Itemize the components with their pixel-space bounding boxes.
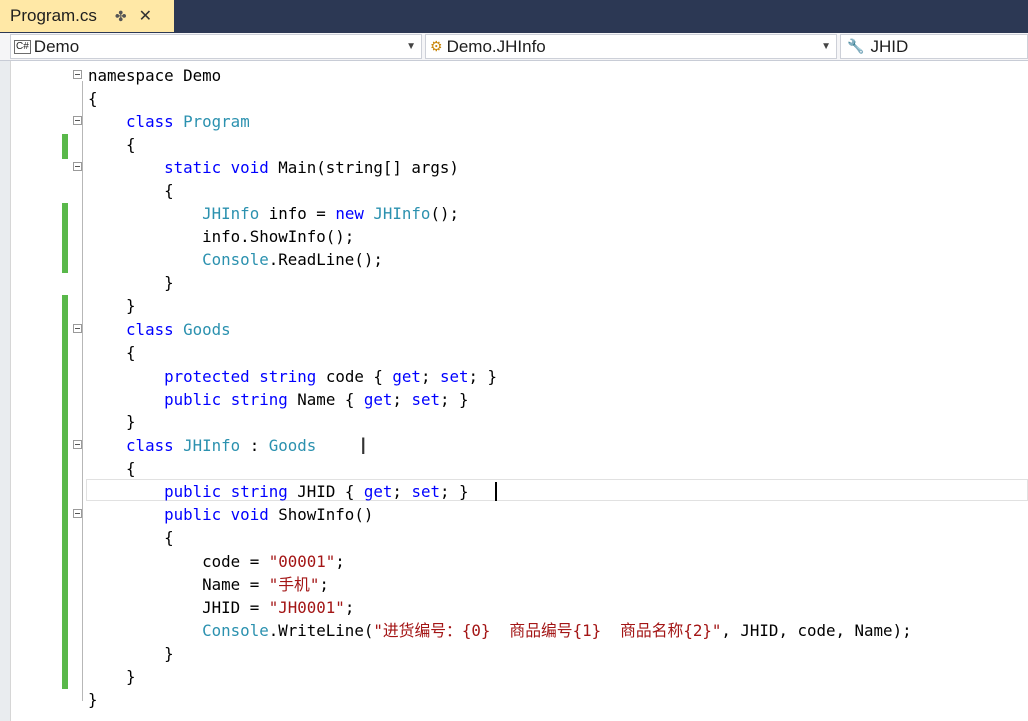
change-bar <box>62 134 68 159</box>
code-line[interactable]: class Program <box>88 110 250 133</box>
tab-title: Program.cs <box>10 6 97 25</box>
indicator-margin <box>0 61 10 721</box>
member-dropdown-value: JHID <box>870 36 909 56</box>
code-line[interactable]: JHInfo info = new JHInfo(); <box>88 202 459 225</box>
code-line[interactable]: } <box>88 642 174 665</box>
project-dropdown-value: Demo <box>33 36 80 56</box>
code-line[interactable]: public string JHID { get; set; } <box>88 480 468 503</box>
code-line[interactable]: { <box>88 341 136 364</box>
change-bar <box>62 295 68 689</box>
chevron-down-icon[interactable]: ▼ <box>821 41 831 52</box>
ibeam-cursor-icon: I <box>360 435 367 460</box>
project-dropdown[interactable]: C# Demo ▼ <box>10 34 422 59</box>
code-line[interactable]: info.ShowInfo(); <box>88 225 354 248</box>
code-line[interactable]: { <box>88 133 136 156</box>
margin-divider <box>10 61 11 721</box>
tab-program-cs[interactable]: Program.cs ✤ ✕ <box>0 0 174 32</box>
outline-guide <box>82 81 83 701</box>
class-icon: ⚙ <box>430 38 443 54</box>
code-line[interactable]: namespace Demo <box>88 64 221 87</box>
collapse-icon[interactable] <box>73 70 82 79</box>
document-tab-bar: Program.cs ✤ ✕ <box>0 0 1028 33</box>
code-line[interactable]: { <box>88 526 174 549</box>
code-line[interactable]: } <box>88 665 136 688</box>
csharp-file-icon: C# <box>14 39 31 54</box>
code-line[interactable]: { <box>88 457 136 480</box>
change-bar <box>62 203 68 273</box>
collapse-icon[interactable] <box>73 324 82 333</box>
collapse-icon[interactable] <box>73 440 82 449</box>
code-line[interactable]: class Goods <box>88 318 231 341</box>
code-line[interactable]: } <box>88 688 98 711</box>
code-line[interactable]: { <box>88 87 98 110</box>
chevron-down-icon[interactable]: ▼ <box>406 41 416 52</box>
code-line[interactable]: } <box>88 410 136 433</box>
collapse-icon[interactable] <box>73 162 82 171</box>
code-line[interactable]: static void Main(string[] args) <box>88 156 459 179</box>
type-dropdown[interactable]: ⚙ Demo.JHInfo ▼ <box>425 34 837 59</box>
code-line[interactable]: protected string code { get; set; } <box>88 365 497 388</box>
code-line[interactable]: JHID = "JH0001"; <box>88 596 354 619</box>
pin-icon[interactable]: ✤ <box>115 8 127 25</box>
code-line[interactable]: Console.ReadLine(); <box>88 248 383 271</box>
code-editor[interactable]: namespace Demo { class Program { static … <box>0 61 1028 721</box>
collapse-icon[interactable] <box>73 116 82 125</box>
code-line[interactable]: { <box>88 179 174 202</box>
code-line[interactable]: public void ShowInfo() <box>88 503 373 526</box>
code-line[interactable]: } <box>88 271 174 294</box>
code-line[interactable]: Console.WriteLine("进货编号：{0} 商品编号{1} 商品名称… <box>88 619 911 642</box>
code-line[interactable]: code = "00001"; <box>88 550 345 573</box>
code-line[interactable]: Name = "手机"; <box>88 573 329 596</box>
wrench-icon: 🔧 <box>847 38 865 54</box>
code-line[interactable]: class JHInfo : Goods <box>88 434 316 457</box>
code-line[interactable]: public string Name { get; set; } <box>88 388 468 411</box>
member-dropdown[interactable]: 🔧 JHID <box>840 34 1028 59</box>
navigation-bar: C# Demo ▼ ⚙ Demo.JHInfo ▼ 🔧 JHID <box>0 33 1028 61</box>
collapse-icon[interactable] <box>73 509 82 518</box>
code-line[interactable]: } <box>88 294 136 317</box>
text-caret <box>495 482 497 501</box>
close-icon[interactable]: ✕ <box>139 6 152 26</box>
type-dropdown-value: Demo.JHInfo <box>446 36 546 56</box>
